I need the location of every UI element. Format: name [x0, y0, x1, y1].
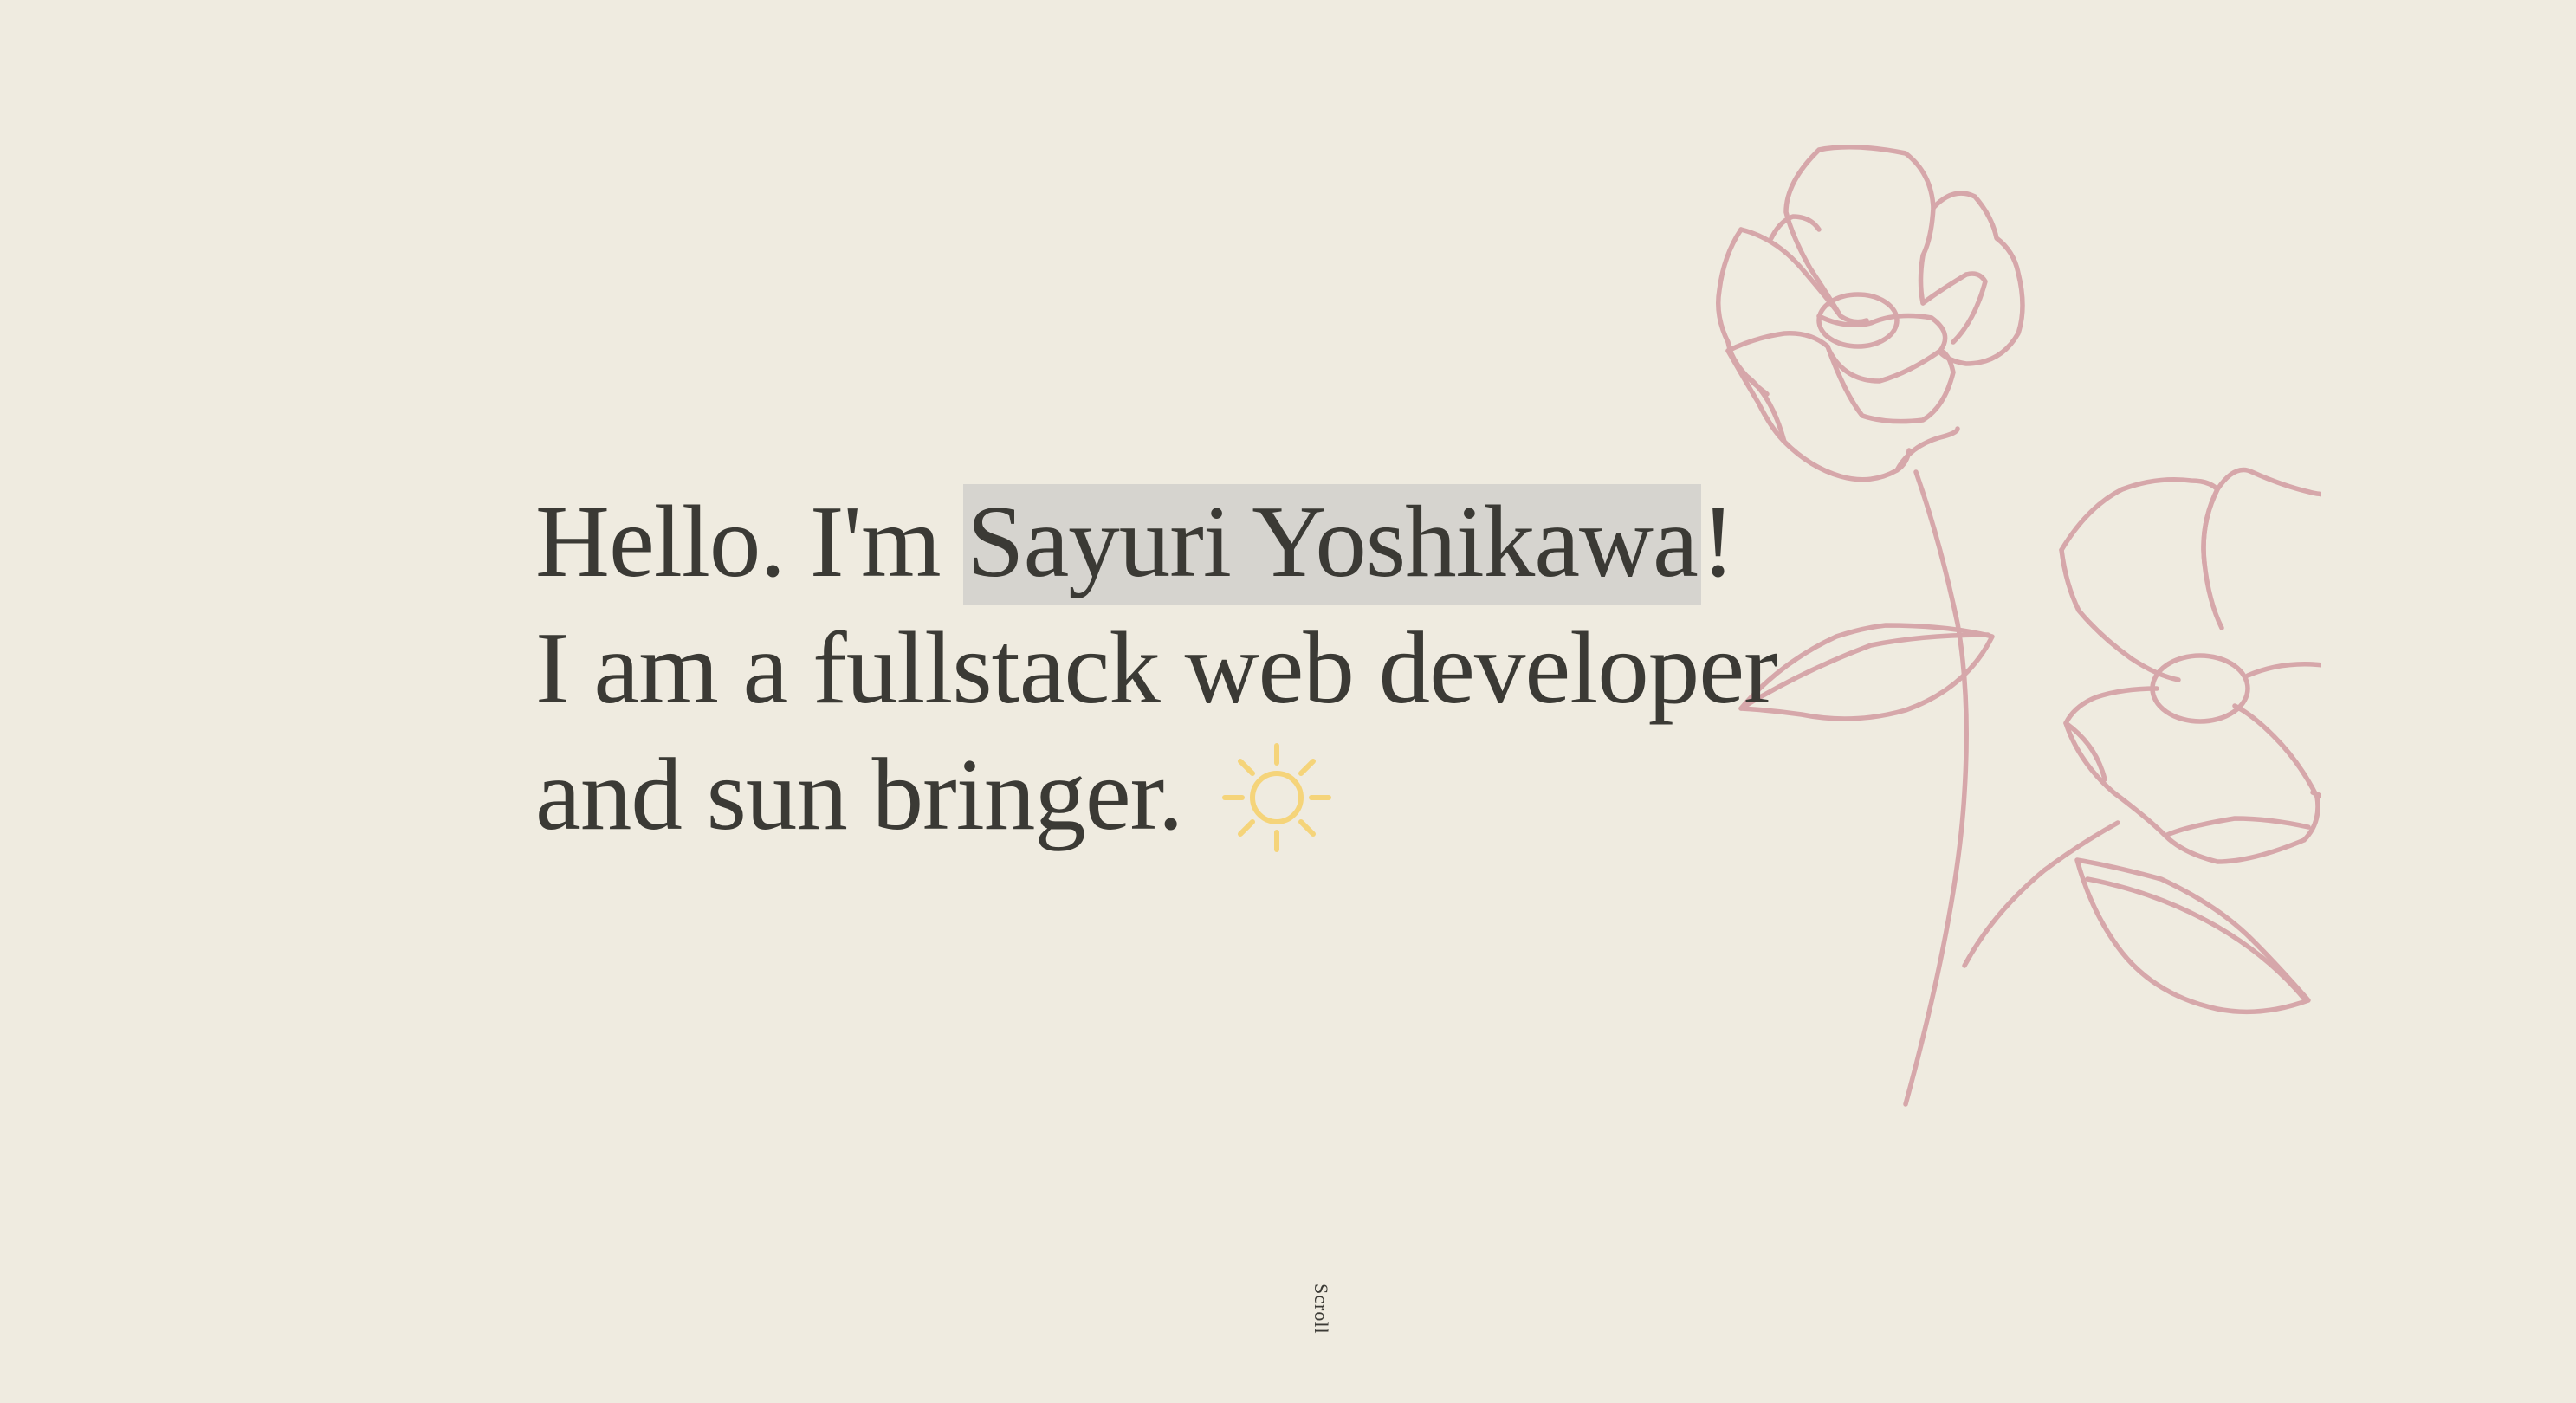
- hero-page: Hello. I'm Sayuri Yoshikawa! I am a full…: [0, 0, 2576, 1403]
- hero-line-1: Hello. I'm Sayuri Yoshikawa!: [535, 478, 1777, 605]
- sun-icon: [1222, 743, 1332, 852]
- hero-heading: Hello. I'm Sayuri Yoshikawa! I am a full…: [535, 478, 1778, 857]
- scroll-indicator[interactable]: Scroll: [1310, 1283, 1332, 1335]
- exclamation-text: !: [1700, 484, 1736, 598]
- tagline-text: and sun bringer.: [535, 737, 1183, 851]
- hero-line-2: I am a fullstack web developer: [535, 611, 1778, 725]
- hero-line-3: and sun bringer.: [535, 731, 1777, 857]
- name-highlight: Sayuri Yoshikawa: [963, 484, 1701, 605]
- greeting-text: Hello. I'm: [535, 484, 942, 598]
